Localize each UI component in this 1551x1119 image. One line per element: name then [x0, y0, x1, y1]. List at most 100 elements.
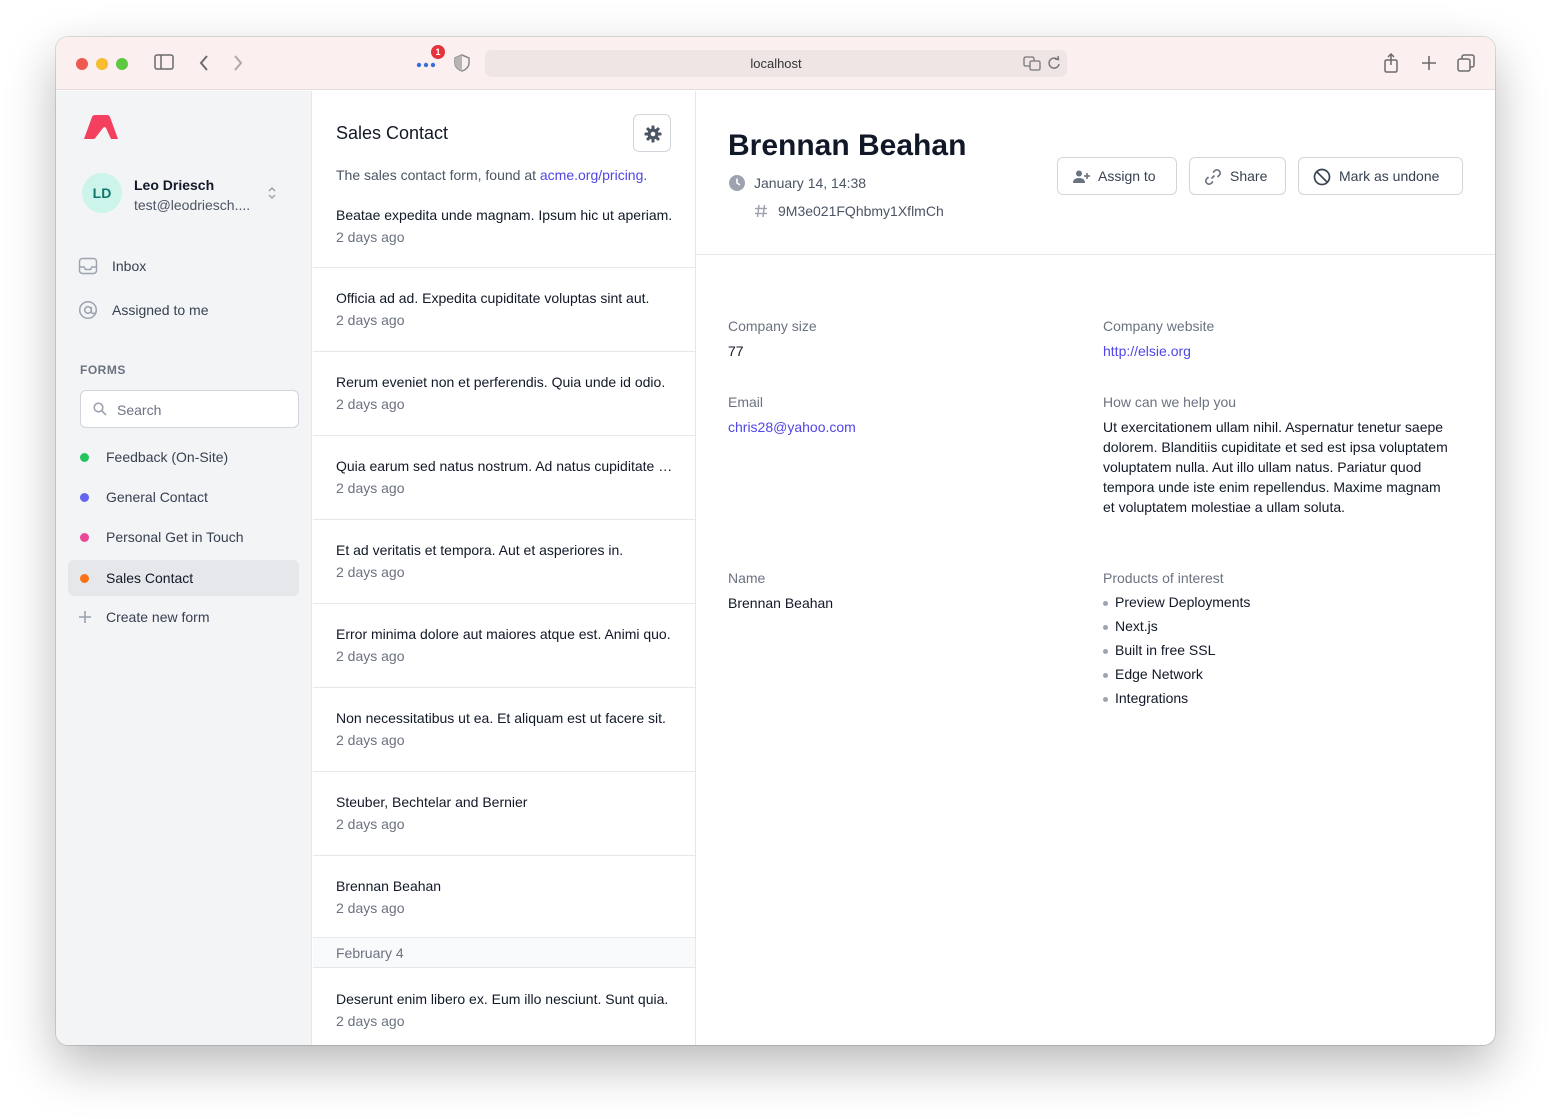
entry-date: 2 days ago — [336, 900, 405, 916]
form-item-personal[interactable]: Personal Get in Touch — [68, 519, 299, 555]
zoom-window-button[interactable] — [116, 58, 128, 70]
list-item[interactable]: Deserunt enim libero ex. Eum illo nesciu… — [313, 968, 695, 1045]
email-link[interactable]: chris28@yahoo.com — [728, 417, 856, 437]
submission-date: January 14, 14:38 — [754, 175, 867, 191]
form-item-label: General Contact — [106, 489, 208, 505]
mark-undone-button[interactable]: Mark as undone — [1298, 157, 1463, 195]
close-window-button[interactable] — [76, 58, 88, 70]
entry-title: Non necessitatibus ut ea. Et aliquam est… — [336, 710, 666, 726]
privacy-shield-icon[interactable] — [454, 54, 470, 75]
status-dot — [80, 574, 89, 583]
list-item[interactable]: Error minima dolore aut maiores atque es… — [313, 604, 695, 688]
list-item[interactable]: Et ad veritatis et tempora. Aut et asper… — [313, 520, 695, 604]
field-value-name: Brennan Beahan — [728, 595, 834, 611]
inbox-icon — [78, 256, 98, 276]
reload-icon[interactable] — [1047, 55, 1061, 74]
hash-icon — [754, 204, 768, 223]
list-item[interactable]: Beatae expedita unde magnam. Ipsum hic u… — [313, 91, 695, 268]
notification-badge: 1 — [431, 45, 445, 59]
list-item: Next.js — [1103, 618, 1250, 642]
field-value-help: Ut exercitationem ullam nihil. Aspernatu… — [1103, 419, 1448, 515]
field-label-email: Email — [728, 394, 764, 410]
search-input[interactable]: Search — [80, 390, 299, 428]
form-item-label: Feedback (On-Site) — [106, 449, 229, 465]
status-dot — [80, 533, 89, 542]
search-placeholder: Search — [117, 402, 162, 418]
entry-date: 2 days ago — [336, 312, 405, 328]
entry-title: Officia ad ad. Expedita cupiditate volup… — [336, 290, 650, 306]
date-separator: February 4 — [313, 937, 695, 968]
forward-icon[interactable] — [232, 54, 244, 75]
field-label-company-website: Company website — [1103, 318, 1215, 334]
field-label-company-size: Company size — [728, 318, 817, 334]
assign-button[interactable]: Assign to — [1057, 157, 1177, 195]
sidebar-toggle-icon[interactable] — [154, 54, 174, 73]
submission-list: Sales Contact The sales contact form, fo… — [313, 91, 696, 1045]
entry-date: 2 days ago — [336, 564, 405, 580]
link-icon — [1204, 168, 1222, 186]
list-item[interactable]: Quia earum sed natus nostrum. Ad natus c… — [313, 436, 695, 520]
list-item: Preview Deployments — [1103, 594, 1250, 618]
url-text: localhost — [750, 56, 802, 71]
nav-assigned-to-me[interactable]: Assigned to me — [78, 293, 298, 327]
create-new-form-button[interactable]: Create new form — [68, 599, 299, 635]
at-sign-icon — [78, 300, 98, 320]
entry-title: Brennan Beahan — [336, 878, 442, 894]
list-item[interactable]: Steuber, Bechtelar and Bernier 2 days ag… — [313, 772, 695, 856]
form-item-label: Sales Contact — [106, 570, 194, 586]
address-bar[interactable]: localhost — [485, 50, 1067, 77]
header-divider — [696, 254, 1495, 255]
list-item[interactable]: Rerum eveniet non et perferendis. Quia u… — [313, 352, 695, 436]
entry-title: Quia earum sed natus nostrum. Ad natus c… — [336, 458, 673, 474]
entry-date: 2 days ago — [336, 1013, 405, 1029]
tab-overview-icon[interactable] — [1457, 54, 1475, 75]
list-item[interactable]: Officia ad ad. Expedita cupiditate volup… — [313, 268, 695, 352]
new-tab-icon[interactable] — [1421, 55, 1437, 74]
entry-title: Error minima dolore aut maiores atque es… — [336, 626, 671, 642]
extensions-icon[interactable] — [416, 57, 438, 75]
user-menu-chevron-icon[interactable] — [267, 185, 277, 202]
avatar[interactable]: LD — [82, 173, 122, 213]
assign-button-label: Assign to — [1098, 168, 1156, 184]
list-item: Built in free SSL — [1103, 642, 1250, 666]
entry-date: 2 days ago — [336, 732, 405, 748]
status-dot — [80, 493, 89, 502]
company-website-link[interactable]: http://elsie.org — [1103, 341, 1191, 361]
create-new-form-label: Create new form — [106, 609, 210, 625]
translate-icon[interactable] — [1023, 55, 1041, 74]
nav-assigned-label: Assigned to me — [112, 302, 209, 318]
date-separator-label: February 4 — [336, 945, 404, 961]
field-label-help: How can we help you — [1103, 394, 1237, 410]
submission-detail: Brennan Beahan January 14, 14:38 9M3e021… — [696, 91, 1495, 1045]
search-icon — [93, 402, 107, 421]
forms-section-label: FORMS — [80, 363, 126, 377]
entry-title: Beatae expedita unde magnam. Ipsum hic u… — [336, 207, 673, 223]
app-logo[interactable] — [84, 115, 118, 144]
entry-title: Et ad veritatis et tempora. Aut et asper… — [336, 542, 624, 558]
browser-toolbar: 1 localhost — [56, 37, 1495, 90]
plus-icon — [79, 610, 91, 626]
list-item[interactable]: Brennan Beahan 2 days ago — [313, 856, 695, 940]
status-dot — [80, 453, 89, 462]
nav-inbox[interactable]: Inbox — [78, 249, 298, 283]
form-item-sales-contact[interactable]: Sales Contact — [68, 560, 299, 596]
entry-date: 2 days ago — [336, 229, 405, 245]
user-plus-icon — [1072, 168, 1090, 186]
back-icon[interactable] — [198, 54, 210, 75]
minimize-window-button[interactable] — [96, 58, 108, 70]
browser-window: 1 localhost LD Leo Driesch test@leodries… — [56, 37, 1495, 1045]
user-email: test@leodriesch.... — [134, 197, 251, 213]
sidebar: LD Leo Driesch test@leodriesch.... Inbox… — [56, 91, 312, 1045]
mark-undone-label: Mark as undone — [1339, 168, 1440, 184]
field-value-company-size: 77 — [728, 343, 744, 359]
share-page-icon[interactable] — [1383, 52, 1399, 76]
ban-icon — [1313, 168, 1331, 186]
field-label-name: Name — [728, 570, 766, 586]
form-item-general-contact[interactable]: General Contact — [68, 479, 299, 515]
entry-title: Deserunt enim libero ex. Eum illo nesciu… — [336, 991, 669, 1007]
share-button[interactable]: Share — [1189, 157, 1286, 195]
list-item[interactable]: Non necessitatibus ut ea. Et aliquam est… — [313, 688, 695, 772]
form-item-feedback[interactable]: Feedback (On-Site) — [68, 439, 299, 475]
entry-date: 2 days ago — [336, 648, 405, 664]
entry-date: 2 days ago — [336, 396, 405, 412]
